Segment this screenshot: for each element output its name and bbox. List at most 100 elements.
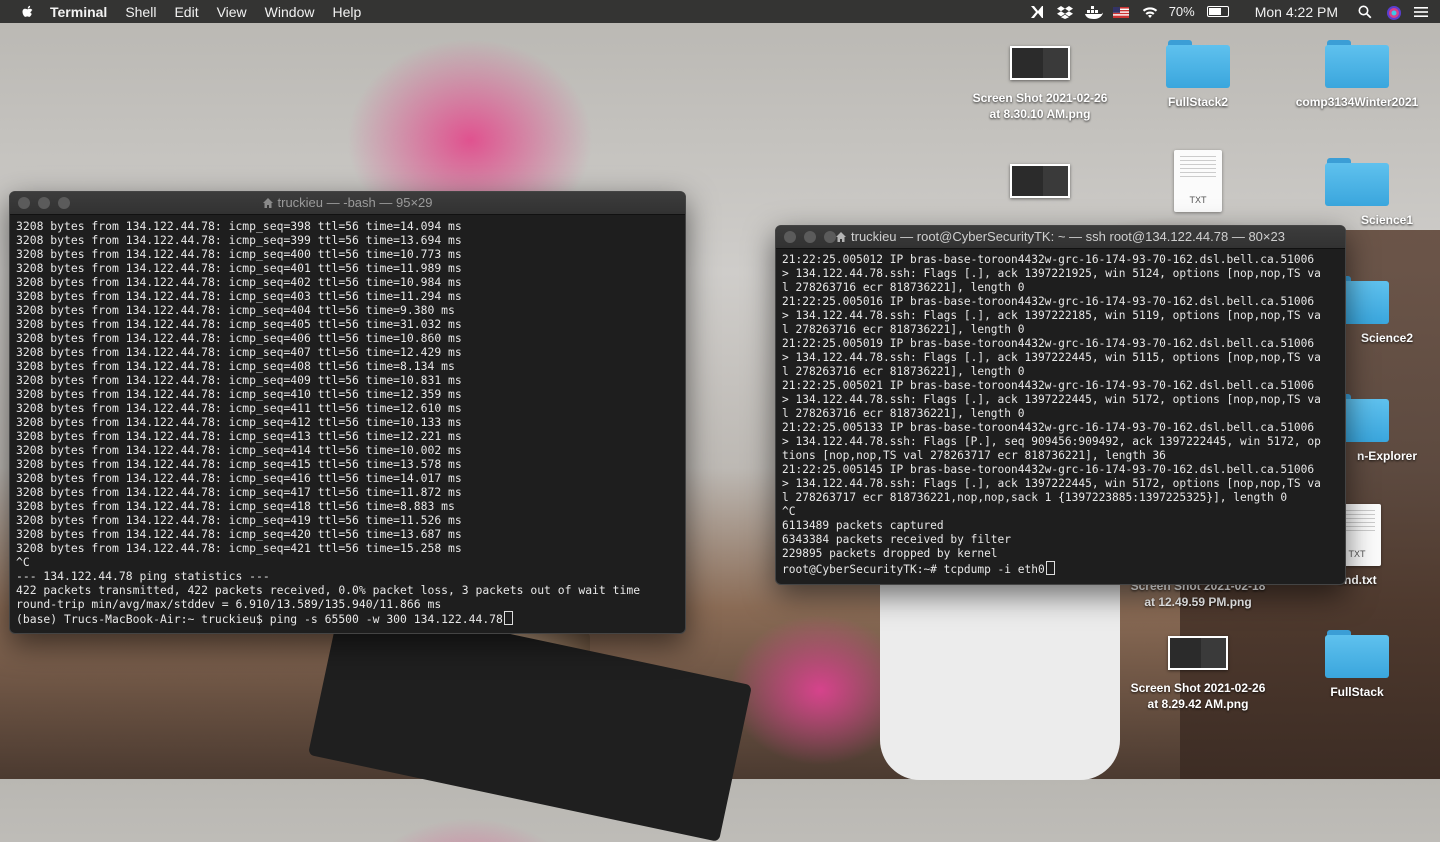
menu-view[interactable]: View xyxy=(217,4,247,20)
desktop-icon-label: FullStack xyxy=(1330,685,1384,699)
terminal-line: --- 134.122.44.78 ping statistics --- xyxy=(16,569,270,583)
desktop-icon-screenshot-1[interactable]: Screen Shot 2021-02-26 at 8.30.10 AM.png xyxy=(970,40,1110,122)
menu-help[interactable]: Help xyxy=(332,4,361,20)
terminal-line: > 134.122.44.78.ssh: Flags [.], ack 1397… xyxy=(782,309,1321,322)
terminal-line: 3208 bytes from 134.122.44.78: icmp_seq=… xyxy=(16,275,462,289)
terminal-line: 3208 bytes from 134.122.44.78: icmp_seq=… xyxy=(16,345,462,359)
image-thumbnail-icon xyxy=(1010,164,1070,198)
terminal-output[interactable]: 3208 bytes from 134.122.44.78: icmp_seq=… xyxy=(10,215,685,629)
folder-icon xyxy=(1325,630,1389,678)
desktop-icon-fullstack[interactable]: FullStack xyxy=(1287,630,1427,700)
window-titlebar[interactable]: truckieu — root@CyberSecurityTK: ~ — ssh… xyxy=(776,226,1345,249)
minimize-button[interactable] xyxy=(804,231,816,243)
menu-shell[interactable]: Shell xyxy=(125,4,156,20)
terminal-line: 3208 bytes from 134.122.44.78: icmp_seq=… xyxy=(16,261,462,275)
close-button[interactable] xyxy=(784,231,796,243)
terminal-line: 21:22:25.005133 IP bras-base-toroon4432w… xyxy=(782,421,1315,434)
prompt-text: root@CyberSecurityTK:~# tcpdump -i eth0 xyxy=(782,563,1045,576)
home-folder-icon xyxy=(836,232,847,242)
terminal-line: round-trip min/avg/max/stddev = 6.910/13… xyxy=(16,597,442,611)
terminal-line: > 134.122.44.78.ssh: Flags [.], ack 1397… xyxy=(782,267,1321,280)
terminal-line: 3208 bytes from 134.122.44.78: icmp_seq=… xyxy=(16,443,462,457)
terminal-line: 229895 packets dropped by kernel xyxy=(782,547,998,560)
terminal-line: 3208 bytes from 134.122.44.78: icmp_seq=… xyxy=(16,303,455,317)
terminal-line: 3208 bytes from 134.122.44.78: icmp_seq=… xyxy=(16,541,462,555)
terminal-line: 3208 bytes from 134.122.44.78: icmp_seq=… xyxy=(16,471,462,485)
terminal-line: 3208 bytes from 134.122.44.78: icmp_seq=… xyxy=(16,219,462,233)
siri-icon[interactable] xyxy=(1386,5,1402,20)
apple-menu-icon[interactable] xyxy=(20,4,36,20)
menu-bar: Terminal Shell Edit View Window Help 70%… xyxy=(0,0,1440,23)
desktop-icon-label: FullStack2 xyxy=(1167,95,1229,109)
menu-edit[interactable]: Edit xyxy=(174,4,198,20)
terminal-line: 6343384 packets received by filter xyxy=(782,533,1012,546)
terminal-line: > 134.122.44.78.ssh: Flags [.], ack 1397… xyxy=(782,477,1321,490)
wallpaper-mug xyxy=(880,560,1120,780)
clock[interactable]: Mon 4:22 PM xyxy=(1255,4,1338,20)
docker-icon[interactable] xyxy=(1084,5,1103,19)
terminal-line: 3208 bytes from 134.122.44.78: icmp_seq=… xyxy=(16,401,462,415)
text-cursor xyxy=(1045,561,1055,575)
desktop-icon-label: Screen Shot 2021-02-26 at 8.29.42 AM.png xyxy=(1130,681,1266,711)
pinwheel-icon[interactable] xyxy=(1029,5,1045,19)
terminal-line: 3208 bytes from 134.122.44.78: icmp_seq=… xyxy=(16,527,462,541)
terminal-line: 3208 bytes from 134.122.44.78: icmp_seq=… xyxy=(16,457,462,471)
folder-icon xyxy=(1325,40,1389,88)
terminal-line: 3208 bytes from 134.122.44.78: icmp_seq=… xyxy=(16,499,455,513)
terminal-line: 3208 bytes from 134.122.44.78: icmp_seq=… xyxy=(16,331,462,345)
us-flag-icon[interactable] xyxy=(1112,5,1129,19)
terminal-line: 3208 bytes from 134.122.44.78: icmp_seq=… xyxy=(16,247,462,261)
terminal-line: 3208 bytes from 134.122.44.78: icmp_seq=… xyxy=(16,513,462,527)
desktop-icon-txt-file[interactable]: TXT xyxy=(1128,150,1268,218)
wifi-icon[interactable] xyxy=(1141,5,1157,19)
terminal-line: 3208 bytes from 134.122.44.78: icmp_seq=… xyxy=(16,317,462,331)
menu-terminal[interactable]: Terminal xyxy=(50,4,107,20)
desktop-icon-screenshot-4[interactable]: Screen Shot 2021-02-26 at 8.29.42 AM.png xyxy=(1128,630,1268,712)
terminal-line: 3208 bytes from 134.122.44.78: icmp_seq=… xyxy=(16,359,455,373)
desktop-icon-label: comp3134Winter2021 xyxy=(1295,95,1419,109)
terminal-line: > 134.122.44.78.ssh: Flags [P.], seq 909… xyxy=(782,435,1321,448)
terminal-output[interactable]: 21:22:25.005012 IP bras-base-toroon4432w… xyxy=(776,249,1345,579)
desktop-icon-science1[interactable]: Science1 xyxy=(1287,158,1427,228)
txt-file-icon: TXT xyxy=(1174,150,1222,212)
battery-icon[interactable] xyxy=(1206,6,1229,17)
terminal-line: 422 packets transmitted, 422 packets rec… xyxy=(16,583,641,597)
image-thumbnail-icon xyxy=(1010,46,1070,80)
terminal-line: 3208 bytes from 134.122.44.78: icmp_seq=… xyxy=(16,233,462,247)
window-title: truckieu — root@CyberSecurityTK: ~ — ssh… xyxy=(851,229,1285,244)
zoom-button[interactable] xyxy=(58,197,70,209)
search-icon[interactable] xyxy=(1358,5,1374,19)
terminal-line: 3208 bytes from 134.122.44.78: icmp_seq=… xyxy=(16,373,462,387)
prompt-text: (base) Trucs-MacBook-Air:~ truckieu$ pin… xyxy=(16,612,503,626)
desktop-icon-screenshot-2[interactable] xyxy=(970,158,1110,208)
menu-list-icon[interactable] xyxy=(1414,5,1430,19)
terminal-prompt[interactable]: (base) Trucs-MacBook-Air:~ truckieu$ pin… xyxy=(16,611,679,626)
terminal-line: 21:22:25.005019 IP bras-base-toroon4432w… xyxy=(782,337,1315,350)
terminal-window-ssh[interactable]: truckieu — root@CyberSecurityTK: ~ — ssh… xyxy=(775,225,1346,585)
terminal-line: > 134.122.44.78.ssh: Flags [.], ack 1397… xyxy=(782,351,1321,364)
home-folder-icon xyxy=(262,198,273,208)
zoom-button[interactable] xyxy=(824,231,836,243)
terminal-prompt[interactable]: root@CyberSecurityTK:~# tcpdump -i eth0 xyxy=(782,561,1339,576)
battery-percent[interactable]: 70% xyxy=(1169,4,1195,19)
terminal-line: > 134.122.44.78.ssh: Flags [.], ack 1397… xyxy=(782,393,1321,406)
minimize-button[interactable] xyxy=(38,197,50,209)
terminal-line: ^C xyxy=(782,505,796,518)
desktop-icon-label: Screen Shot 2021-02-26 at 8.30.10 AM.png xyxy=(972,91,1108,121)
terminal-line: l 278263716 ecr 818736221], length 0 xyxy=(782,407,1025,420)
menu-window[interactable]: Window xyxy=(265,4,315,20)
terminal-line: 3208 bytes from 134.122.44.78: icmp_seq=… xyxy=(16,429,462,443)
terminal-line: l 278263716 ecr 818736221], length 0 xyxy=(782,281,1025,294)
window-title: truckieu — -bash — 95×29 xyxy=(277,195,433,210)
terminal-window-bash[interactable]: truckieu — -bash — 95×29 3208 bytes from… xyxy=(9,191,686,634)
terminal-line: tions [nop,nop,TS val 278263717 ecr 8187… xyxy=(782,449,1166,462)
terminal-line: 21:22:25.005145 IP bras-base-toroon4432w… xyxy=(782,463,1315,476)
dropbox-icon[interactable] xyxy=(1056,5,1073,19)
desktop-icon-fullstack2[interactable]: FullStack2 xyxy=(1128,40,1268,110)
close-button[interactable] xyxy=(18,197,30,209)
terminal-line: 3208 bytes from 134.122.44.78: icmp_seq=… xyxy=(16,415,462,429)
window-titlebar[interactable]: truckieu — -bash — 95×29 xyxy=(10,192,685,215)
folder-icon xyxy=(1325,158,1389,206)
desktop-icon-comp3134[interactable]: comp3134Winter2021 xyxy=(1287,40,1427,110)
terminal-line: 3208 bytes from 134.122.44.78: icmp_seq=… xyxy=(16,485,462,499)
